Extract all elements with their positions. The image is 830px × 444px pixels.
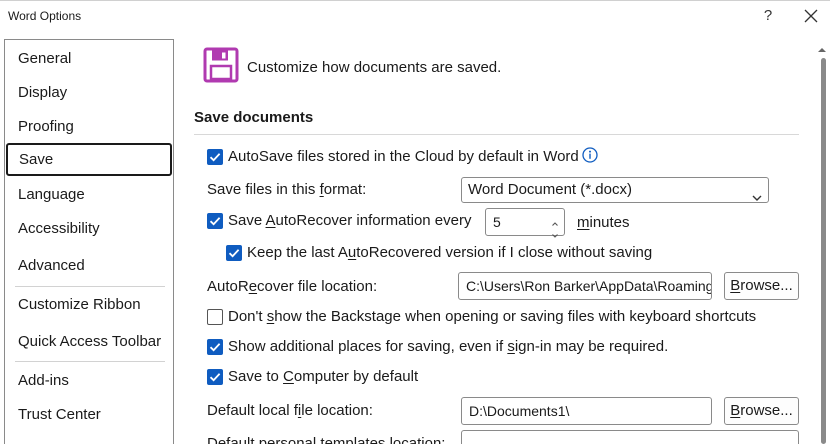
autorecover-checkbox[interactable] bbox=[207, 213, 223, 229]
autosave-cloud-label: AutoSave files stored in the Cloud by de… bbox=[228, 148, 579, 165]
chevron-down-icon bbox=[752, 186, 762, 201]
help-button[interactable]: ? bbox=[760, 7, 776, 24]
save-floppy-icon bbox=[203, 47, 239, 83]
window-title: Word Options bbox=[8, 9, 82, 23]
sidebar-item-proofing[interactable]: Proofing bbox=[5, 110, 173, 143]
scrollbar-thumb[interactable] bbox=[821, 58, 826, 444]
save-format-value: Word Document (*.docx) bbox=[468, 181, 632, 198]
save-to-computer-label: Save to Computer by default bbox=[228, 368, 419, 385]
stepper-down-icon[interactable] bbox=[550, 223, 560, 238]
autorecover-label: Save AutoRecover information every bbox=[228, 212, 472, 229]
default-templates-location-label: Default personal templates location: bbox=[207, 435, 446, 444]
backstage-checkbox[interactable] bbox=[207, 309, 223, 325]
autorecover-location-label: AutoRecover file location: bbox=[207, 278, 378, 295]
options-sidebar: General Display Proofing Save Language A… bbox=[4, 39, 174, 444]
sidebar-divider bbox=[15, 286, 165, 287]
sidebar-item-advanced[interactable]: Advanced bbox=[5, 249, 173, 282]
default-local-location-label: Default local file location: bbox=[207, 402, 373, 419]
title-bar: Word Options ? bbox=[0, 0, 830, 34]
sidebar-divider bbox=[15, 361, 165, 362]
sidebar-item-add-ins[interactable]: Add-ins bbox=[5, 364, 173, 397]
sidebar-item-general[interactable]: General bbox=[5, 42, 173, 75]
sidebar-item-trust-center[interactable]: Trust Center bbox=[5, 398, 173, 431]
default-local-browse-button[interactable]: Browse... bbox=[724, 397, 799, 425]
autorecover-minutes-value: 5 bbox=[493, 214, 501, 230]
minutes-label: minutes bbox=[577, 214, 630, 231]
autorecover-location-input[interactable]: C:\Users\Ron Barker\AppData\Roaming bbox=[458, 272, 712, 300]
stepper-up-icon[interactable] bbox=[550, 211, 560, 226]
close-icon[interactable] bbox=[804, 9, 820, 25]
autosave-cloud-checkbox[interactable] bbox=[207, 149, 223, 165]
keep-last-autorecovered-checkbox[interactable] bbox=[226, 245, 242, 261]
section-title: Save documents bbox=[194, 109, 314, 126]
autorecover-browse-button[interactable]: Browse... bbox=[724, 272, 799, 300]
section-divider bbox=[194, 134, 799, 135]
sidebar-item-display[interactable]: Display bbox=[5, 76, 173, 109]
autorecover-minutes-stepper[interactable]: 5 bbox=[485, 208, 565, 238]
sidebar-item-customize-ribbon[interactable]: Customize Ribbon bbox=[5, 288, 173, 321]
save-to-computer-checkbox[interactable] bbox=[207, 369, 223, 385]
sidebar-item-quick-access-toolbar[interactable]: Quick Access Toolbar bbox=[5, 325, 173, 358]
additional-places-checkbox[interactable] bbox=[207, 339, 223, 355]
info-icon[interactable] bbox=[582, 147, 598, 163]
additional-places-label: Show additional places for saving, even … bbox=[228, 338, 669, 355]
sidebar-item-save[interactable]: Save bbox=[6, 143, 172, 176]
page-header-text: Customize how documents are saved. bbox=[247, 59, 502, 76]
scroll-up-icon[interactable] bbox=[816, 42, 828, 52]
keep-last-autorecovered-label: Keep the last AutoRecovered version if I… bbox=[247, 244, 653, 261]
title-bar-top-border bbox=[0, 0, 830, 1]
default-local-location-input[interactable]: D:\Documents1\ bbox=[461, 397, 712, 425]
save-format-dropdown[interactable]: Word Document (*.docx) bbox=[461, 177, 769, 203]
sidebar-item-accessibility[interactable]: Accessibility bbox=[5, 212, 173, 245]
sidebar-item-language[interactable]: Language bbox=[5, 178, 173, 211]
default-templates-location-input[interactable] bbox=[461, 430, 799, 444]
backstage-label: Don't show the Backstage when opening or… bbox=[228, 308, 757, 325]
save-format-label: Save files in this format: bbox=[207, 181, 367, 198]
